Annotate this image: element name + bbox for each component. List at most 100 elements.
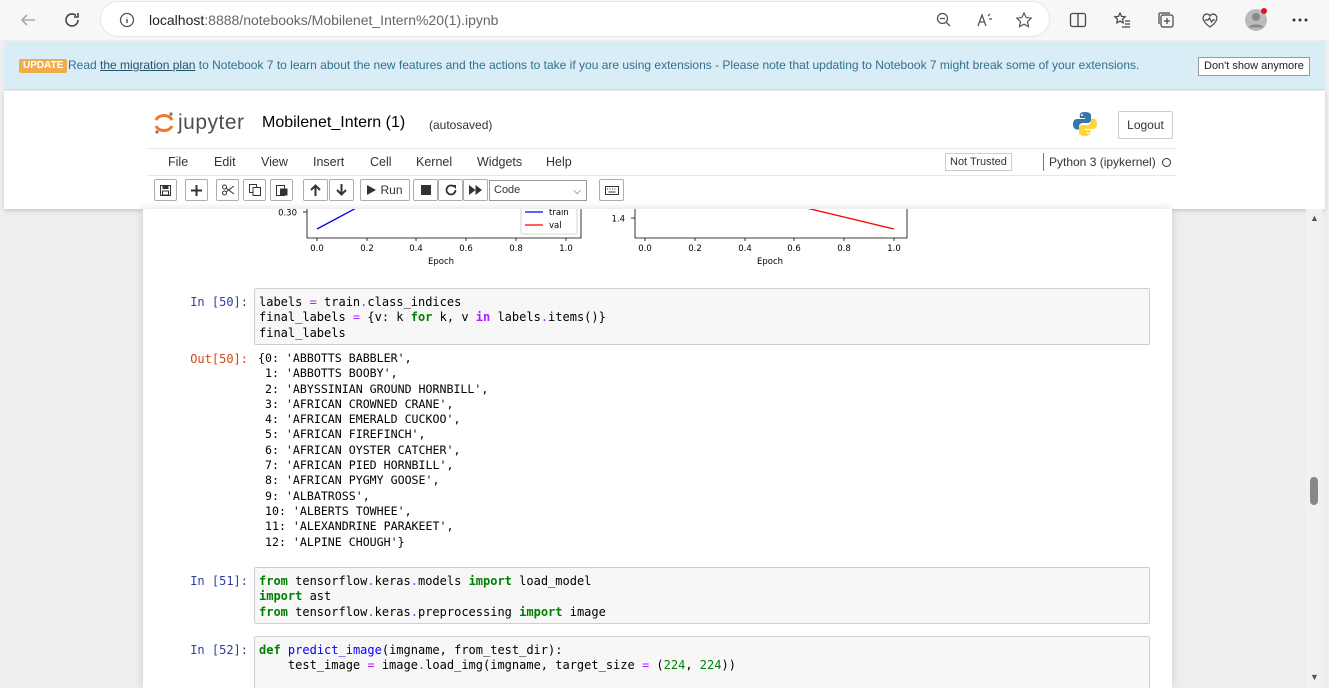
- xtick-label: 1.0: [559, 244, 573, 254]
- read-aloud-icon[interactable]: [975, 10, 995, 30]
- run-button[interactable]: Run: [360, 179, 410, 201]
- input-prompt: In [50]:: [190, 295, 248, 309]
- menu-kernel[interactable]: Kernel: [416, 155, 452, 169]
- keyboard-icon: [604, 185, 619, 195]
- browser-essentials-icon[interactable]: [1198, 8, 1222, 32]
- scroll-down-icon[interactable]: ▼: [1310, 672, 1319, 682]
- plus-icon: [191, 184, 202, 196]
- code-line: import ast: [259, 589, 332, 604]
- menu-insert[interactable]: Insert: [313, 155, 344, 169]
- x-axis-label: Epoch: [428, 257, 454, 267]
- ytick-label: 0.30: [278, 209, 297, 219]
- update-badge: UPDATE: [19, 59, 68, 73]
- accuracy-plot: 0.30 train val 0.0 0.2 0.4 0.6 0.8 1.0 E…: [278, 209, 582, 267]
- xtick-label: 0.6: [459, 244, 473, 254]
- refresh-icon[interactable]: [60, 8, 84, 32]
- scroll-up-icon[interactable]: ▲: [1310, 213, 1319, 223]
- stop-icon: [420, 185, 431, 195]
- menu-edit[interactable]: Edit: [214, 155, 236, 169]
- kernel-indicator: Python 3 (ipykernel): [1043, 153, 1171, 171]
- output-line: 7: 'AFRICAN PIED HORNBILL',: [258, 458, 454, 473]
- code-line: from tensorflow.keras.preprocessing impo…: [259, 604, 606, 619]
- notebook-header: jupyter Mobilenet_Intern (1) (autosaved)…: [4, 91, 1325, 209]
- output-line: 8: 'AFRICAN PYGMY GOOSE',: [258, 473, 440, 488]
- xtick-label: 0.6: [787, 244, 801, 254]
- code-cell-input[interactable]: def predict_image(imgname, from_test_dir…: [254, 636, 1150, 688]
- zoom-icon[interactable]: [934, 10, 954, 30]
- autosave-status: (autosaved): [429, 118, 493, 132]
- interrupt-button[interactable]: [413, 179, 438, 201]
- menu-widgets[interactable]: Widgets: [477, 155, 522, 169]
- code-line: def predict_image(imgname, from_test_dir…: [259, 643, 563, 657]
- split-screen-icon[interactable]: [1066, 8, 1090, 32]
- menu-view[interactable]: View: [261, 155, 288, 169]
- output-line: 11: 'ALEXANDRINE PARAKEET',: [258, 519, 454, 534]
- arrow-down-icon: [336, 184, 347, 196]
- output-line: 1: 'ABBOTTS BOOBY',: [258, 366, 398, 381]
- code-line: labels = train.class_indices: [259, 295, 462, 309]
- dont-show-anymore-button[interactable]: Don't show anymore: [1198, 57, 1310, 76]
- notebook-container: 0.30 train val 0.0 0.2 0.4 0.6 0.8 1.0 E…: [143, 209, 1172, 688]
- scrollbar-thumb[interactable]: [1310, 477, 1318, 505]
- migration-plan-link[interactable]: the migration plan: [100, 58, 195, 72]
- notebook-title[interactable]: Mobilenet_Intern (1): [262, 114, 405, 132]
- menu-help[interactable]: Help: [546, 155, 572, 169]
- output-area: {0: 'ABBOTTS BABBLER', 1: 'ABBOTTS BOOBY…: [258, 351, 488, 550]
- command-palette-button[interactable]: [599, 179, 624, 201]
- menu-bar: File Edit View Insert Cell Kernel Widget…: [147, 148, 1176, 176]
- xtick-label: 0.4: [409, 244, 423, 254]
- page-scrollbar[interactable]: ▲ ▼: [1306, 209, 1323, 688]
- xtick-label: 0.8: [509, 244, 523, 254]
- collections-icon[interactable]: [1154, 8, 1178, 32]
- info-icon[interactable]: [117, 10, 137, 30]
- cut-button[interactable]: [216, 179, 239, 201]
- legend-train: train: [549, 209, 569, 218]
- back-arrow-icon[interactable]: [16, 8, 40, 32]
- address-bar[interactable]: localhost:8888/notebooks/Mobilenet_Inter…: [100, 1, 1050, 37]
- save-button[interactable]: [154, 179, 177, 201]
- jupyter-logo[interactable]: jupyter: [154, 111, 245, 135]
- xtick-label: 0.2: [360, 244, 374, 254]
- restart-button[interactable]: [438, 179, 463, 201]
- scissors-icon: [221, 184, 234, 196]
- profile-avatar-icon[interactable]: [1244, 8, 1268, 32]
- save-icon: [160, 184, 171, 196]
- xtick-label: 0.8: [837, 244, 851, 254]
- favorites-icon[interactable]: [1110, 8, 1134, 32]
- input-prompt: In [51]:: [190, 574, 248, 588]
- banner-message: Read the migration plan to Notebook 7 to…: [68, 58, 1140, 72]
- legend: train val: [520, 209, 578, 235]
- menu-file[interactable]: File: [168, 155, 188, 169]
- logout-button[interactable]: Logout: [1118, 111, 1173, 139]
- play-icon: [367, 185, 377, 195]
- output-line: 12: 'ALPINE CHOUGH'}: [258, 534, 405, 549]
- output-line: 5: 'AFRICAN FIREFINCH',: [258, 427, 426, 442]
- favorite-star-icon[interactable]: [1014, 10, 1034, 30]
- val-line: [807, 209, 895, 230]
- code-cell-input[interactable]: from tensorflow.keras.models import load…: [254, 567, 1150, 624]
- code-cell-input[interactable]: labels = train.class_indices final_label…: [254, 288, 1150, 345]
- restart-run-all-button[interactable]: [463, 179, 488, 201]
- move-down-button[interactable]: [329, 179, 354, 201]
- xtick-label: 1.0: [887, 244, 901, 254]
- insert-cell-button[interactable]: [185, 179, 208, 201]
- cell-type-select[interactable]: Code ⌵: [489, 180, 587, 201]
- jupyter-logo-icon: [154, 112, 174, 134]
- legend-val: val: [549, 221, 562, 231]
- output-line: 4: 'AFRICAN EMERALD CUCKOO',: [258, 412, 461, 427]
- url-text: localhost:8888/notebooks/Mobilenet_Inter…: [149, 12, 499, 28]
- output-line: 10: 'ALBERTS TOWHEE',: [258, 503, 412, 518]
- x-axis-label: Epoch: [757, 257, 783, 267]
- arrow-up-icon: [310, 184, 321, 196]
- xtick-label: 0.0: [638, 244, 652, 254]
- menu-cell[interactable]: Cell: [370, 155, 392, 169]
- restart-icon: [445, 184, 456, 196]
- training-plots: 0.30 train val 0.0 0.2 0.4 0.6 0.8 1.0 E…: [278, 209, 908, 267]
- paste-button[interactable]: [270, 179, 293, 201]
- more-options-icon[interactable]: [1288, 8, 1312, 32]
- not-trusted-indicator[interactable]: Not Trusted: [945, 153, 1012, 171]
- loss-plot: 1.4 0.0 0.2 0.4 0.6 0.8 1.0 Epoch: [611, 209, 908, 267]
- move-up-button[interactable]: [303, 179, 328, 201]
- copy-button[interactable]: [243, 179, 266, 201]
- xtick-label: 0.0: [310, 244, 324, 254]
